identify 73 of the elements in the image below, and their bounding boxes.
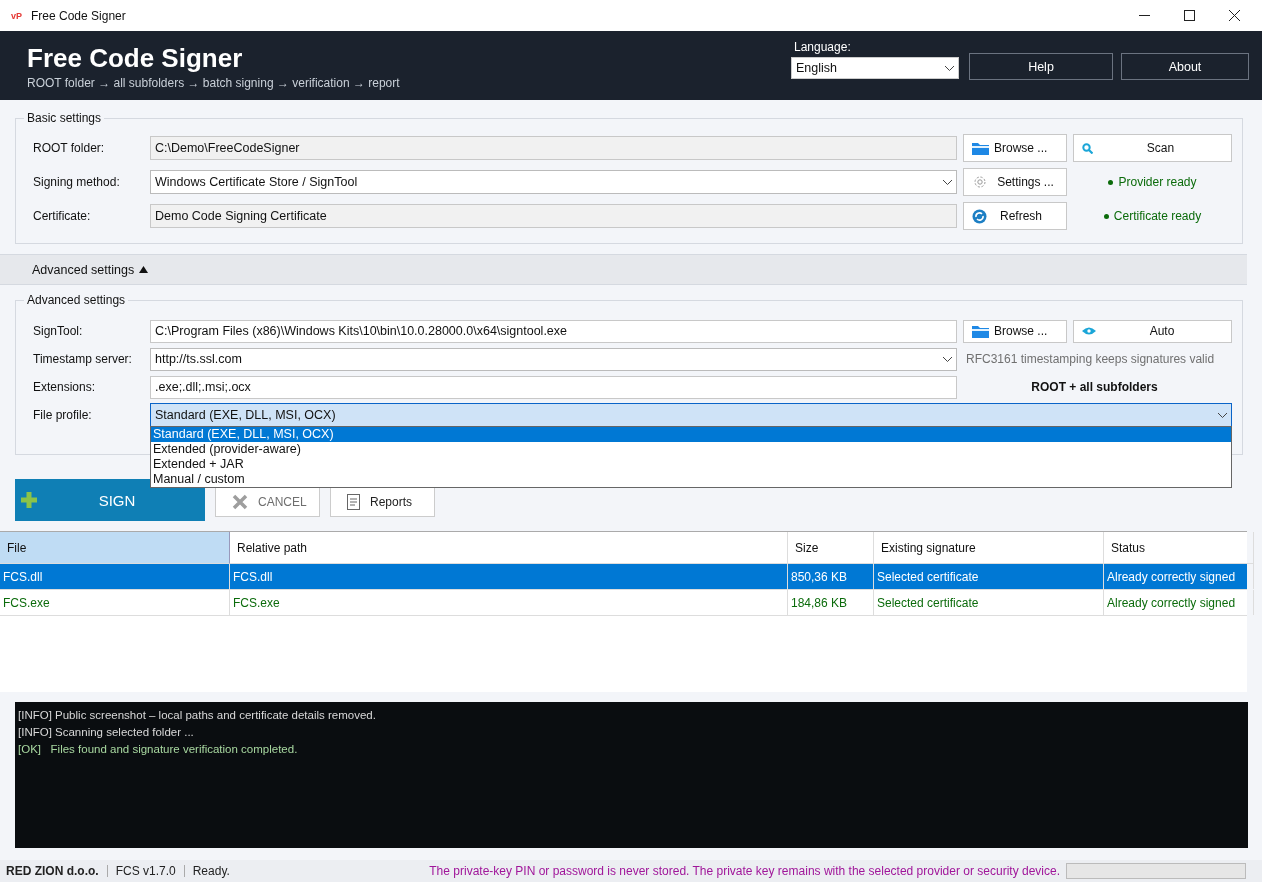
table-cell: Selected certificate (874, 564, 1104, 589)
table-cell: Already correctly signed (1104, 564, 1254, 589)
field-label: Signing method: (33, 175, 121, 189)
file-profile-dropdown[interactable]: Standard (EXE, DLL, MSI, OCX) (150, 403, 1232, 427)
chevron-down-icon (943, 356, 952, 362)
field-label: Extensions: (33, 380, 97, 394)
extensions-field[interactable]: .exe;.dll;.msi;.ocx (150, 375, 957, 399)
header-button[interactable]: About (1121, 53, 1249, 80)
dropdown-option[interactable]: Extended (provider-aware) (151, 442, 1231, 457)
dropdown-option[interactable]: Extended + JAR (151, 457, 1231, 472)
field-label: Timestamp server: (33, 352, 133, 366)
chevron-down-icon (1218, 412, 1227, 418)
certificate-field[interactable]: Demo Code Signing Certificate (150, 204, 957, 228)
company-name: RED ZION d.o.o. (6, 864, 99, 878)
certificate-status: Certificate ready (1113, 209, 1202, 223)
table-cell: FCS.dll (230, 564, 788, 589)
folder-icon (972, 141, 989, 155)
group-title: Basic settings (26, 111, 103, 125)
plus-icon (21, 492, 37, 508)
refresh-button[interactable]: Refresh (963, 202, 1067, 230)
timestamp-hint: RFC3161 timestamping keeps signatures valid (966, 352, 1215, 366)
table-cell: FCS.dll (0, 564, 230, 589)
document-icon (347, 494, 360, 510)
maximize-icon[interactable] (1184, 10, 1195, 21)
advanced-settings-toggle[interactable]: Advanced settings (0, 254, 1247, 285)
app-logo: vP (11, 10, 22, 21)
version-label: FCS v1.7.0 (115, 864, 176, 878)
table-cell: Already correctly signed (1104, 590, 1254, 615)
search-icon (1082, 142, 1093, 154)
x-icon (232, 494, 248, 510)
app-subtitle: ROOT folder → all subfolders → batch signing → verification → report (27, 76, 401, 90)
signing-method-dropdown[interactable]: Windows Certificate Store / SignTool (150, 170, 957, 194)
status-text: Ready. (192, 864, 230, 878)
folder-icon (972, 324, 989, 338)
browse-button[interactable]: Browse ... (963, 319, 1067, 343)
field-label: Certificate: (33, 209, 92, 223)
root-folder-field[interactable]: C:\Demo\FreeCodeSigner (150, 136, 957, 160)
chevron-down-icon (945, 65, 954, 71)
table-cell: FCS.exe (0, 590, 230, 615)
table-cell: FCS.exe (230, 590, 788, 615)
log-line: [OK] Files found and signature verification completed. (18, 742, 299, 757)
scan-button[interactable]: Scan (1073, 134, 1232, 162)
signtool-path-field[interactable]: C:\Program Files (x86)\Windows Kits\10\bin\10.0.28000.0\x64\signtool.exe (150, 319, 957, 343)
window-title: Free Code Signer (31, 8, 126, 23)
table-cell: Selected certificate (874, 590, 1104, 615)
header-button[interactable]: Help (969, 53, 1113, 80)
settings-icon (972, 174, 988, 190)
column-header[interactable]: File (0, 532, 230, 564)
group-title: Advanced settings (26, 293, 127, 307)
refresh-icon (972, 208, 987, 224)
language-label: Language: (794, 40, 852, 54)
security-notice: The private-key PIN or password is never stored. The private key remains with the selected provider or security device. (429, 864, 1060, 878)
log-line: [INFO] Public screenshot – local paths and certificate details removed. (18, 708, 377, 723)
app-title: Free Code Signer (27, 42, 244, 74)
table-row[interactable]: FCS.exe FCS.exe 184,86 KB Selected certificate Already correctly signed (0, 590, 1247, 616)
triangle-up-icon (139, 266, 149, 273)
table-cell: 184,86 KB (788, 590, 874, 615)
auto-button[interactable]: Auto (1073, 319, 1232, 343)
eye-icon (1082, 327, 1096, 335)
provider-status: Provider ready (1118, 175, 1197, 189)
field-label: ROOT folder: (33, 141, 106, 155)
table-cell: 850,36 KB (788, 564, 874, 589)
field-label: SignTool: (33, 324, 84, 338)
scope-label: ROOT + all subfolders (1030, 380, 1159, 394)
log-line: [INFO] Scanning selected folder ... (18, 725, 195, 740)
field-label: File profile: (33, 408, 93, 422)
close-icon[interactable] (1229, 10, 1240, 21)
language-dropdown[interactable]: English (791, 57, 959, 79)
dropdown-option[interactable]: Standard (EXE, DLL, MSI, OCX) (151, 427, 1231, 442)
timestamp-server-dropdown[interactable]: http://ts.ssl.com (150, 347, 957, 371)
browse-button[interactable]: Browse ... (963, 134, 1067, 162)
settings-button[interactable]: Settings ... (963, 168, 1067, 196)
chevron-down-icon (943, 179, 952, 185)
